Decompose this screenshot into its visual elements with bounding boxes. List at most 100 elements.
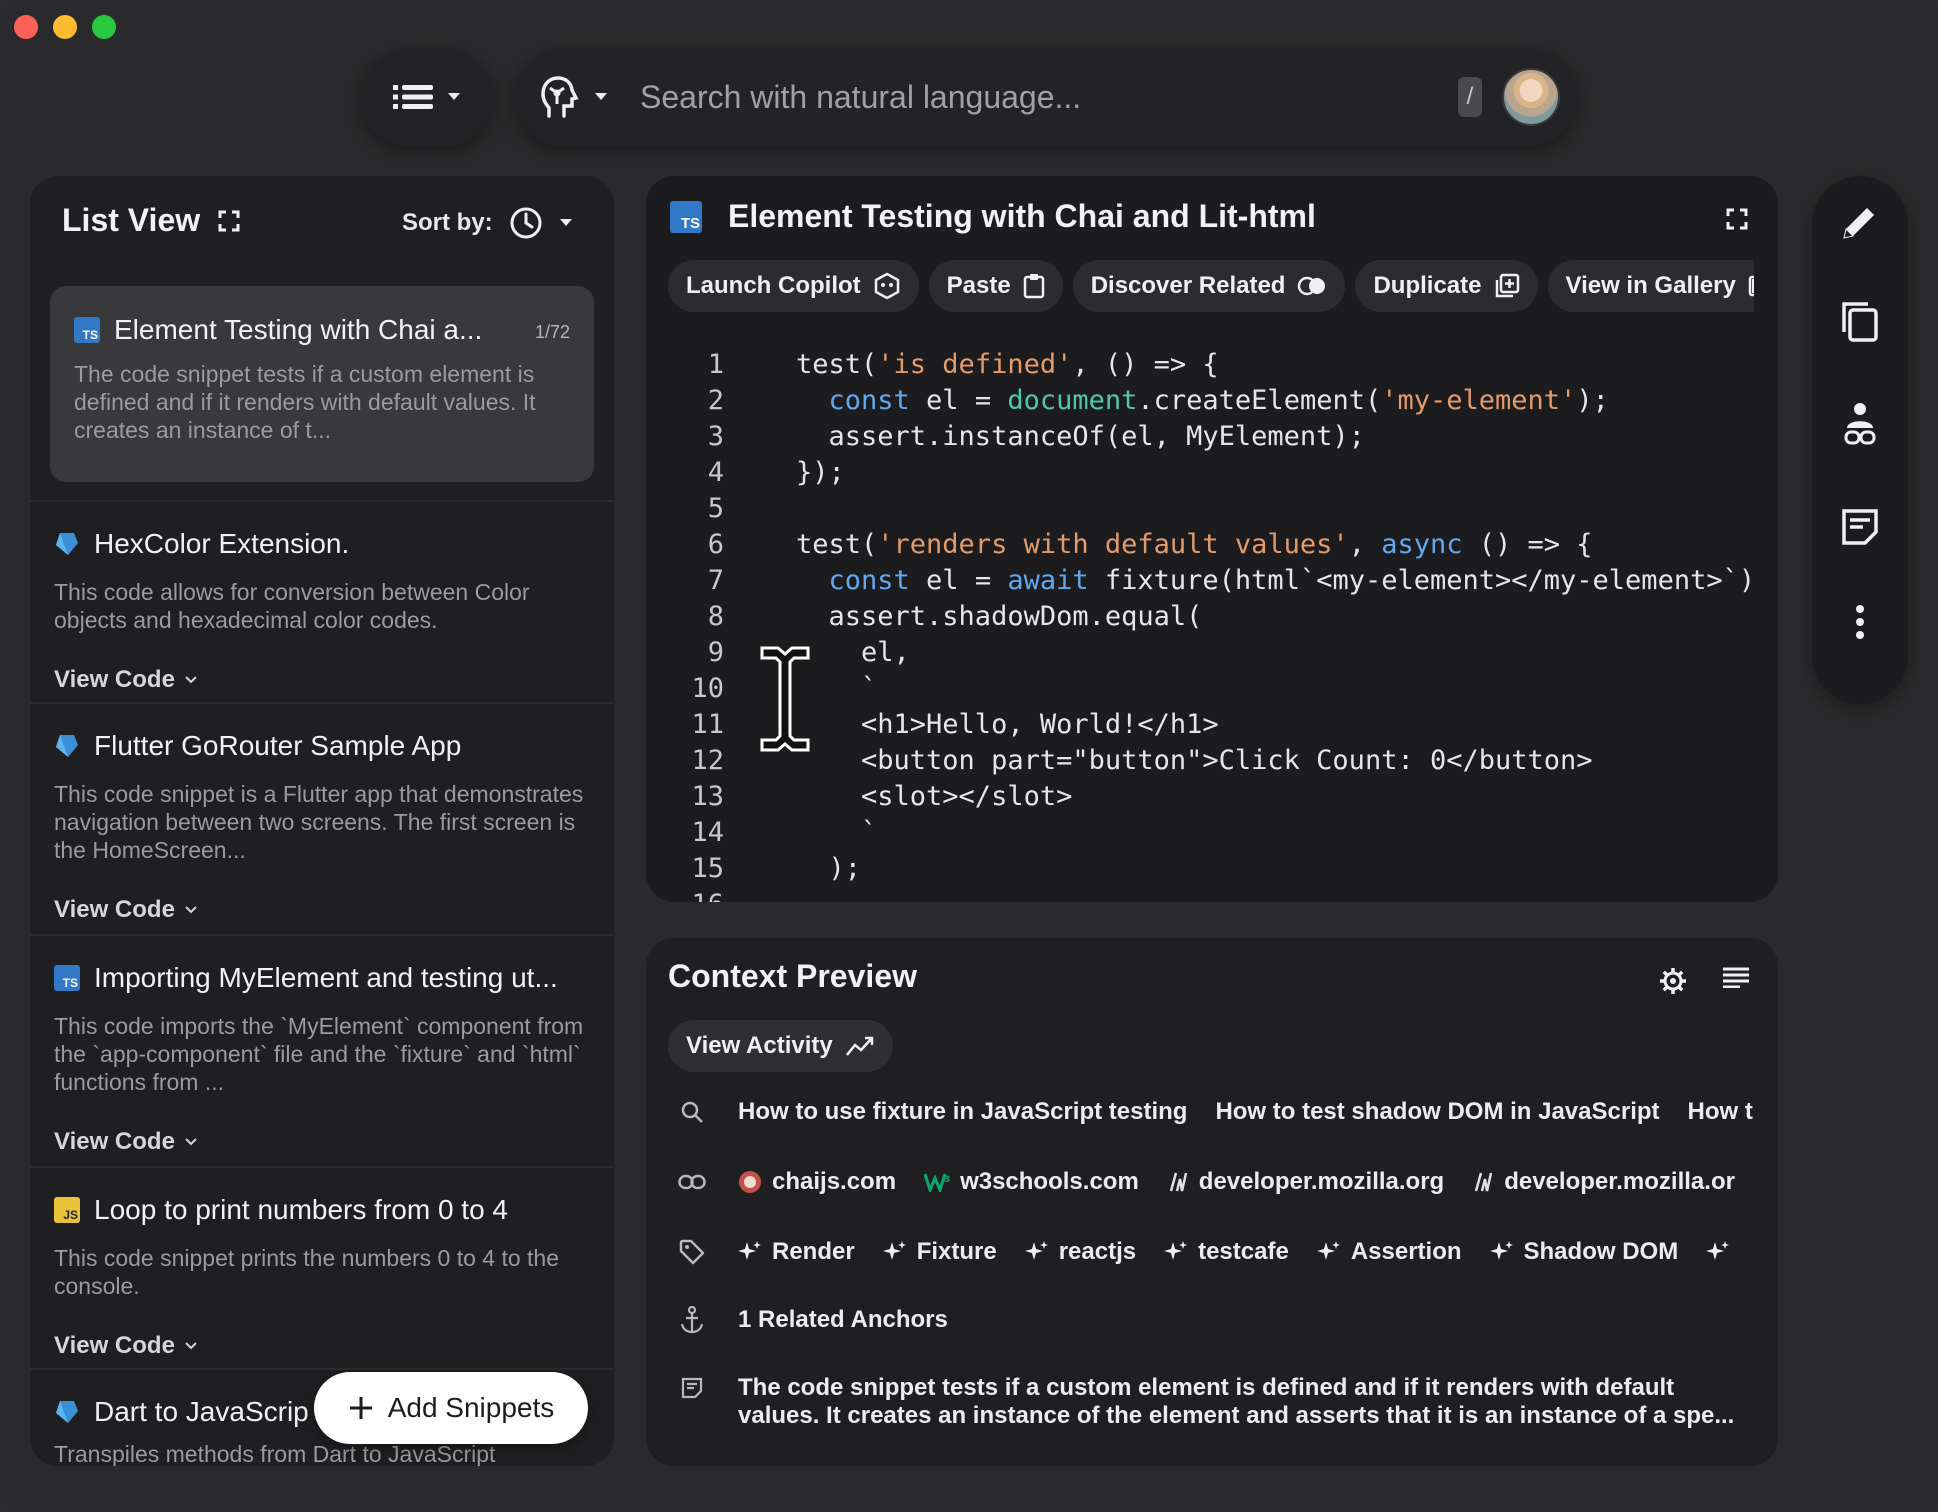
view-code-button[interactable]: View Code [54, 892, 590, 928]
fullscreen-icon[interactable] [1726, 208, 1748, 230]
snippet-description: The code snippet tests if a custom eleme… [74, 361, 536, 443]
user-avatar[interactable] [1502, 68, 1560, 126]
zoom-window-button[interactable] [92, 15, 116, 39]
related-anchors-count[interactable]: 1 Related Anchors [738, 1306, 948, 1334]
snippet-count: 1/72 [534, 322, 570, 342]
context-preview-panel: Context Preview View Activity How to use… [646, 938, 1778, 1466]
line-number: 4 [707, 456, 724, 488]
related-search-item[interactable]: How to use fixture in JavaScript testing [738, 1098, 1187, 1126]
description-icon [681, 1377, 703, 1399]
related-link-item[interactable]: developer.mozilla.org [1167, 1168, 1444, 1196]
related-link-item[interactable]: developer.mozilla.or [1472, 1168, 1735, 1196]
code-line: assert.shadowDom.equal( [796, 600, 1203, 632]
edit-pencil-icon[interactable] [1840, 202, 1880, 242]
related-searches-row: How to use fixture in JavaScript testing… [676, 1098, 1756, 1126]
related-search-item[interactable]: How to test shadow DOM in JavaScript [1215, 1098, 1659, 1126]
line-number: 16 [646, 889, 724, 903]
dart-icon [56, 735, 78, 757]
launch-copilot-button[interactable]: Launch Copilot [668, 260, 919, 312]
sort-label: Sort by: [402, 209, 493, 236]
code-line: test('renders with default values', asyn… [796, 528, 1593, 560]
line-number: 2 [707, 384, 724, 416]
dart-icon [56, 533, 78, 555]
snippet-list-item[interactable]: TS Importing MyElement and testing ut...… [30, 934, 614, 1166]
view-activity-button[interactable]: View Activity [668, 1020, 893, 1072]
expand-icon[interactable] [218, 210, 240, 232]
more-tags-button[interactable] [1706, 1240, 1730, 1264]
paste-button[interactable]: Paste [928, 260, 1063, 312]
code-editor[interactable]: 1 test('is defined', () => { 2 const el =… [646, 346, 1778, 903]
clock-icon [510, 207, 542, 239]
line-number: 13 [691, 780, 724, 812]
line-number: 9 [707, 636, 724, 668]
snippet-list: TS Element Testing with Chai a... 1/72 T… [30, 286, 614, 1466]
view-code-label: View Code [54, 1128, 175, 1155]
minimize-window-button[interactable] [53, 15, 77, 39]
share-link-person-icon[interactable] [1842, 402, 1878, 450]
add-snippets-button[interactable]: Add Snippets [314, 1372, 588, 1444]
more-vertical-icon[interactable] [1855, 604, 1865, 640]
close-window-button[interactable] [14, 15, 38, 39]
link-label: w3schools.com [960, 1168, 1139, 1195]
related-search-item[interactable]: How t [1688, 1098, 1753, 1126]
mdn-logo-icon [1169, 1172, 1188, 1192]
snippet-description: This code snippet prints the numbers 0 t… [54, 1245, 560, 1299]
sparkle-icon [1706, 1241, 1730, 1260]
tag-chip[interactable]: Shadow DOM [1489, 1238, 1678, 1266]
tag-icon [679, 1239, 705, 1265]
tag-chip[interactable]: testcafe [1164, 1238, 1289, 1266]
snippet-title: Loop to print numbers from 0 to 4 [94, 1194, 508, 1225]
sparkle-icon [1164, 1241, 1188, 1260]
duplicate-button[interactable]: Duplicate [1355, 260, 1538, 312]
line-number: 3 [707, 420, 724, 452]
view-code-button[interactable]: View Code [54, 1124, 590, 1160]
snippet-list-item[interactable]: Flutter GoRouter Sample App This code sn… [30, 702, 614, 934]
line-number: 1 [707, 348, 724, 380]
related-links-row: chaijs.com 3 w3schools.com developer.moz… [676, 1168, 1756, 1196]
snippet-description: This code imports the `MyElement` compon… [54, 1013, 584, 1095]
line-number: 7 [707, 564, 724, 596]
context-preview-title: Context Preview [668, 958, 917, 994]
activity-icon [845, 1036, 873, 1056]
view-activity-label: View Activity [686, 1032, 833, 1059]
discover-related-button[interactable]: Discover Related [1072, 260, 1346, 312]
search-bar: / [514, 48, 1578, 146]
notes-icon[interactable] [1841, 508, 1879, 546]
related-link-item[interactable]: 3 w3schools.com [924, 1168, 1139, 1196]
code-line: assert.instanceOf(el, MyElement); [796, 420, 1365, 452]
clipboard-icon [1023, 274, 1044, 299]
view-code-button[interactable]: View Code [54, 662, 590, 698]
line-number: 12 [691, 744, 724, 776]
anchor-icon [680, 1306, 704, 1334]
code-line: const el = await fixture(html`<my-elemen… [828, 564, 1756, 596]
snippet-card-selected[interactable]: TS Element Testing with Chai a... 1/72 T… [50, 286, 594, 482]
gear-icon[interactable] [1658, 966, 1688, 996]
sort-control[interactable]: Sort by: [402, 206, 573, 240]
link-label: developer.mozilla.or [1504, 1168, 1735, 1195]
copy-icon[interactable] [1840, 300, 1880, 344]
line-number: 15 [691, 852, 724, 884]
caret-down-icon [448, 93, 460, 100]
tag-chip[interactable]: Assertion [1316, 1238, 1462, 1266]
chaijs-logo-icon [739, 1171, 761, 1193]
search-input[interactable] [640, 78, 1400, 116]
tag-chip[interactable]: Render [738, 1238, 855, 1266]
line-number: 10 [691, 672, 724, 704]
search-mode-dropdown[interactable] [538, 74, 608, 120]
view-code-button[interactable]: View Code [54, 1328, 590, 1364]
gallery-icon [1748, 275, 1754, 297]
dart-icon [56, 1401, 78, 1423]
typescript-icon: TS [74, 317, 100, 343]
tag-chip[interactable]: reactjs [1024, 1238, 1136, 1266]
list-view-panel: List View Sort by: TS Element Testing wi… [30, 176, 614, 1466]
plus-icon [349, 1397, 372, 1419]
menu-lines-icon[interactable] [1722, 966, 1750, 988]
related-link-item[interactable]: chaijs.com [738, 1168, 896, 1196]
tag-chip[interactable]: Fixture [882, 1238, 997, 1266]
snippet-list-item[interactable]: JS Loop to print numbers from 0 to 4 Thi… [30, 1166, 614, 1368]
chevron-down-icon [185, 1342, 197, 1350]
view-mode-dropdown[interactable] [360, 48, 494, 146]
snippet-list-item[interactable]: HexColor Extension. This code allows for… [30, 500, 614, 702]
view-in-gallery-button[interactable]: View in Gallery [1547, 260, 1754, 312]
chevron-down-icon [185, 1138, 197, 1146]
